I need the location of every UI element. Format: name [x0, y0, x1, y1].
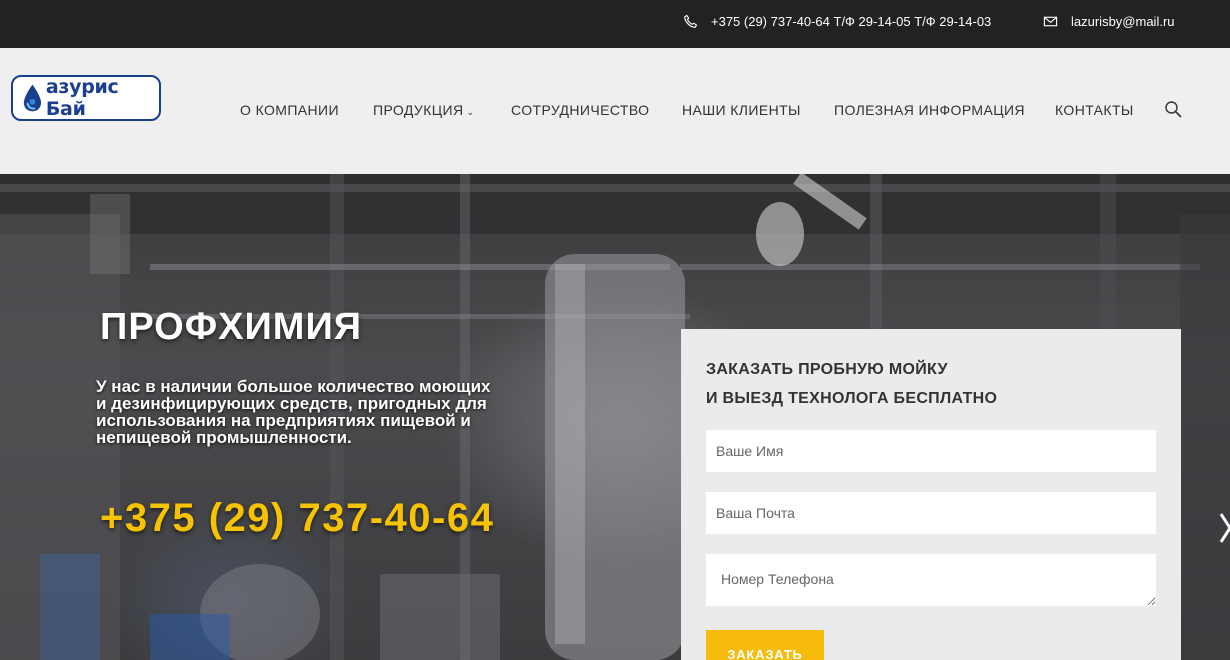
nav-clients-label: НАШИ КЛИЕНТЫ	[682, 102, 801, 118]
form-title-line-2: И ВЫЕЗД ТЕХНОЛОГА БЕСПЛАТНО	[706, 390, 998, 407]
site-header: азурис Бай О КОМПАНИИ ПРОДУКЦИЯ ⌄ СОТРУДН…	[0, 48, 1230, 174]
nav-useful-info[interactable]: ПОЛЕЗНАЯ ИНФОРМАЦИЯ	[834, 102, 1025, 118]
nav-clients[interactable]: НАШИ КЛИЕНТЫ	[682, 102, 801, 118]
topbar-phone[interactable]: +375 (29) 737-40-64 Т/Ф 29-14-05 Т/Ф 29-…	[683, 14, 991, 29]
logo-text: азурис Бай	[45, 76, 119, 120]
topbar-email[interactable]: lazurisby@mail.ru	[1043, 14, 1175, 29]
water-drop-icon	[23, 84, 42, 112]
nav-contacts[interactable]: КОНТАКТЫ	[1055, 102, 1134, 118]
name-input[interactable]	[706, 430, 1156, 472]
phone-icon	[684, 14, 698, 28]
top-bar: +375 (29) 737-40-64 Т/Ф 29-14-05 Т/Ф 29-…	[0, 0, 1230, 48]
hero-banner: ПРОФХИМИЯ У нас в наличии большое количе…	[0, 174, 1230, 660]
nav-contacts-label: КОНТАКТЫ	[1055, 102, 1134, 118]
chevron-right-icon[interactable]	[1216, 508, 1230, 548]
nav-about[interactable]: О КОМПАНИИ	[240, 102, 339, 118]
logo[interactable]: азурис Бай	[11, 75, 161, 121]
hero-phone[interactable]: +375 (29) 737-40-64	[100, 496, 494, 541]
search-icon[interactable]	[1164, 100, 1182, 118]
topbar-phone-text: +375 (29) 737-40-64 Т/Ф 29-14-05 Т/Ф 29-…	[711, 14, 992, 29]
order-form: ЗАКАЗАТЬ ПРОБНУЮ МОЙКУ И ВЫЕЗД ТЕХНОЛОГА…	[681, 329, 1181, 660]
form-title: ЗАКАЗАТЬ ПРОБНУЮ МОЙКУ И ВЫЕЗД ТЕХНОЛОГА…	[706, 355, 997, 413]
topbar-email-text: lazurisby@mail.ru	[1071, 14, 1175, 29]
nav-useful-info-label: ПОЛЕЗНАЯ ИНФОРМАЦИЯ	[834, 102, 1025, 118]
order-button[interactable]: ЗАКАЗАТЬ	[706, 630, 824, 660]
hero-description: У нас в наличии большое количество моющи…	[96, 377, 491, 447]
email-input[interactable]	[706, 492, 1156, 534]
nav-cooperation[interactable]: СОТРУДНИЧЕСТВО	[511, 102, 649, 118]
envelope-icon	[1043, 16, 1058, 27]
nav-about-label: О КОМПАНИИ	[240, 102, 339, 118]
hero-title: ПРОФХИМИЯ	[100, 306, 363, 348]
nav-products[interactable]: ПРОДУКЦИЯ ⌄	[373, 102, 474, 118]
nav-cooperation-label: СОТРУДНИЧЕСТВО	[511, 102, 650, 118]
chevron-down-icon: ⌄	[466, 107, 475, 117]
nav-products-label: ПРОДУКЦИЯ	[373, 102, 464, 118]
form-title-line-1: ЗАКАЗАТЬ ПРОБНУЮ МОЙКУ	[706, 361, 948, 378]
phone-input[interactable]	[706, 554, 1156, 606]
